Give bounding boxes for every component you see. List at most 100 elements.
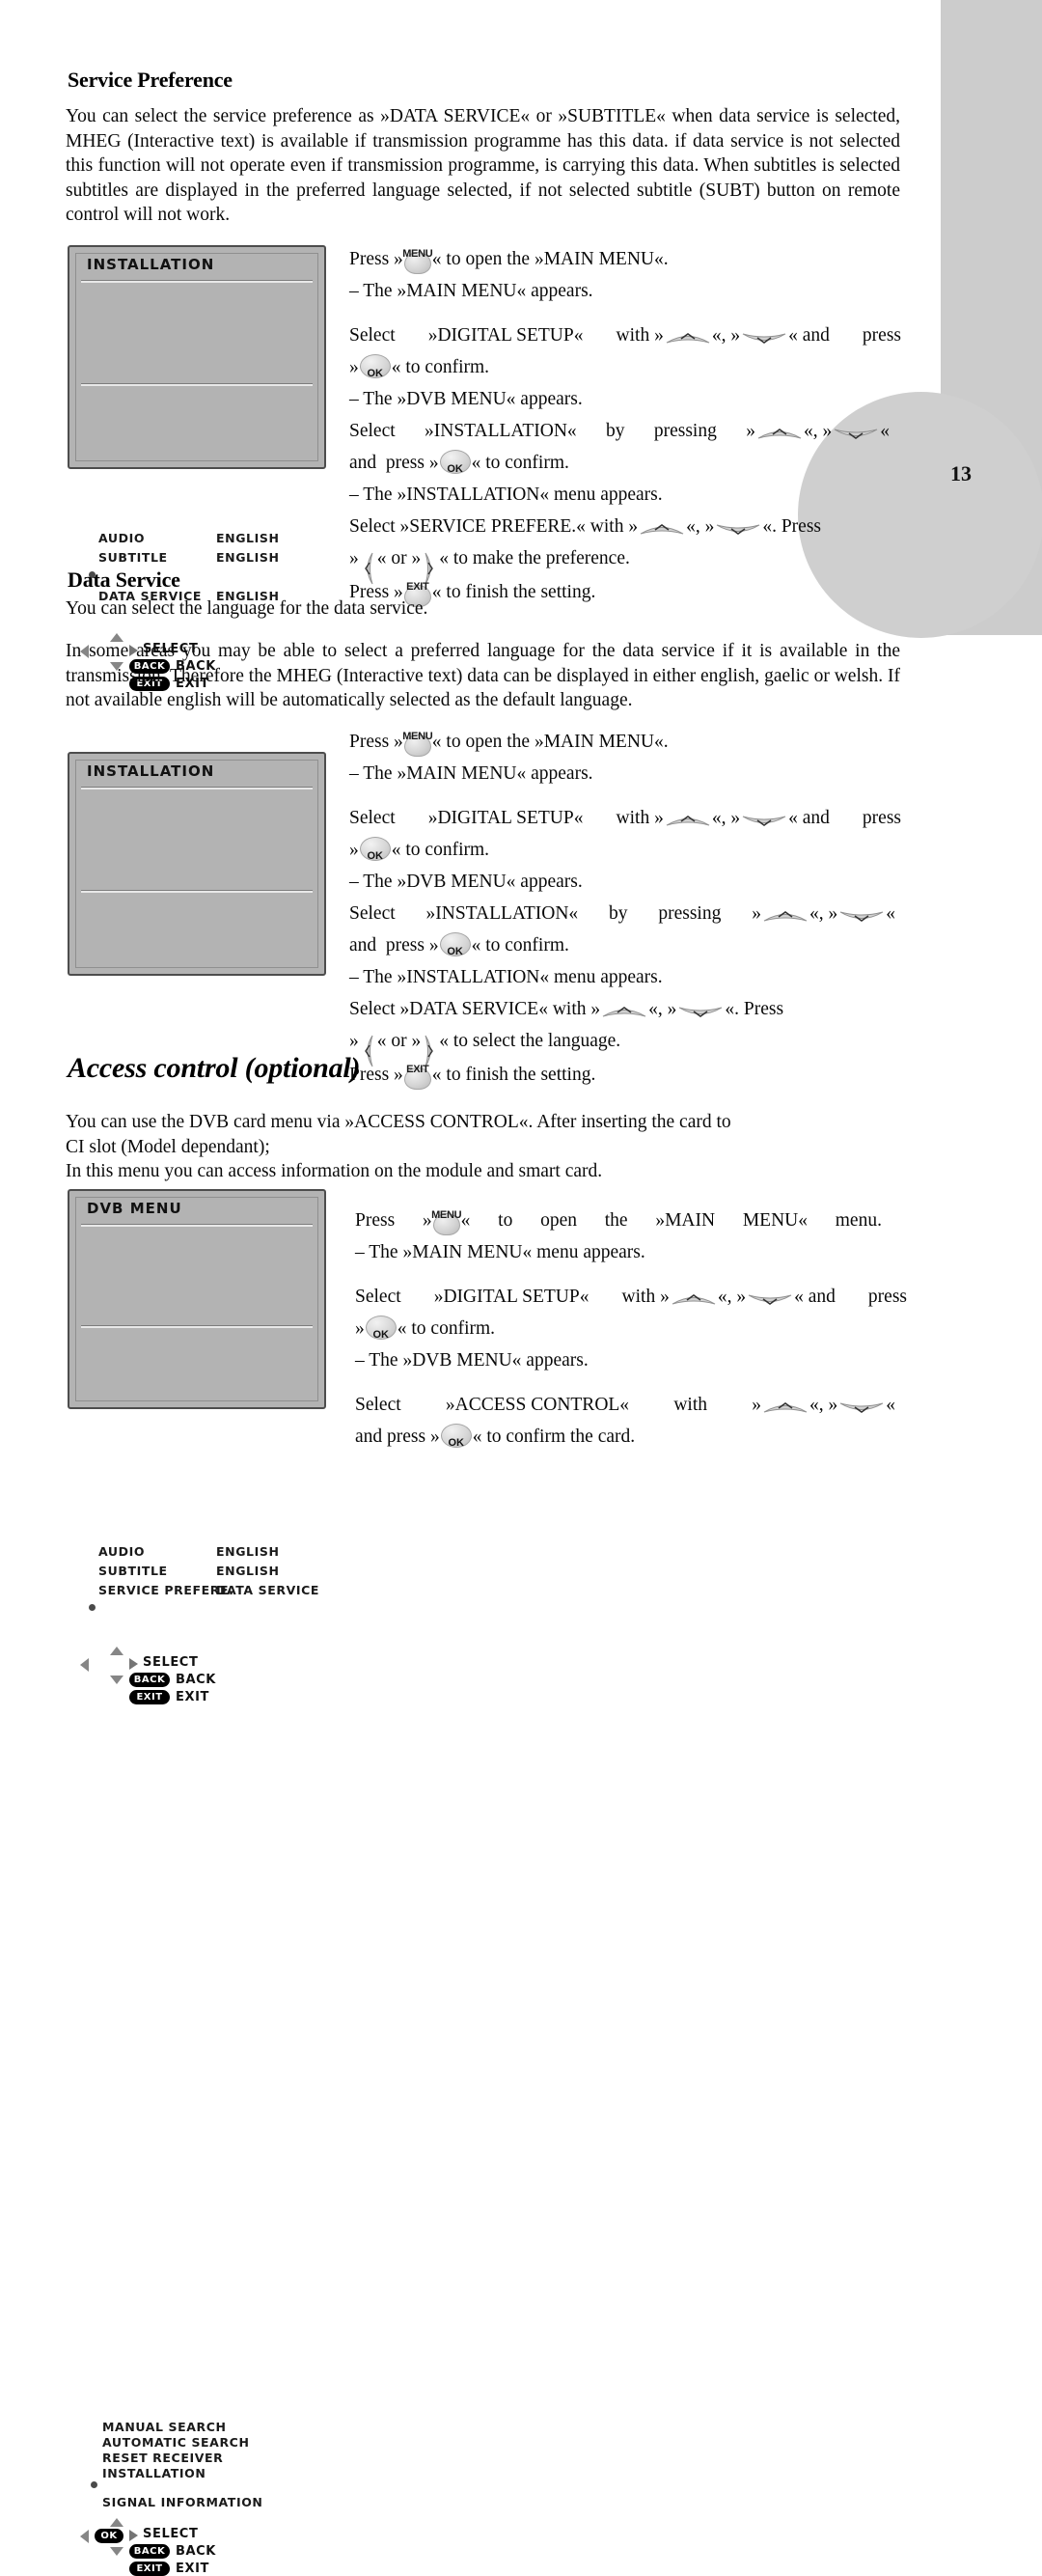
instruction-text: pressing [658, 903, 722, 924]
osd-row-label[interactable]: RESET RECEIVER [102, 2451, 223, 2465]
paragraph-line: In this menu you can access information … [66, 1161, 603, 1181]
arrow-up-icon [110, 2518, 123, 2527]
paragraph-data-service-body: In some areas you may be able to select … [66, 641, 900, 710]
osd-row-label[interactable]: AUTOMATIC SEARCH [102, 2435, 250, 2450]
left-button-icon[interactable] [360, 552, 376, 585]
back-button-pill[interactable]: BACK [129, 1673, 170, 1687]
instruction-text: and press » [355, 1426, 440, 1447]
arrow-down-icon [110, 2547, 123, 2556]
ok-button-icon[interactable]: OK [439, 932, 471, 957]
instruction-text: press [862, 808, 901, 828]
instructions-data-service: Press » MENU « to open the »MAIN MENU«. – … [349, 726, 928, 1091]
instruction-text: » [349, 357, 359, 377]
up-button-icon[interactable] [666, 330, 710, 346]
osd-row-label[interactable]: SUBTITLE [98, 1564, 168, 1578]
back-button-pill[interactable]: BACK [129, 2544, 170, 2559]
ok-button-icon[interactable]: OK [359, 354, 391, 379]
up-button-icon[interactable] [757, 426, 802, 442]
osd-row-label[interactable]: INSTALLATION [102, 2466, 206, 2480]
instruction-text: »DIGITAL SETUP« [427, 325, 584, 346]
ok-button-label: OK [447, 463, 463, 476]
arrow-left-icon [80, 2530, 89, 2543]
menu-button-icon[interactable]: MENU [402, 248, 433, 275]
menu-button-caption: MENU [431, 1209, 462, 1222]
instruction-text: with » «, » « and [616, 808, 830, 829]
osd-row-label[interactable]: SIGNAL INFORMATION [102, 2495, 262, 2509]
down-button-icon[interactable] [839, 908, 884, 925]
osd-row-value-selected[interactable]: ENGLISH [216, 1602, 280, 1617]
osd-menu-installation-service-preference: INSTALLATION AUDIO ENGLISH SUBTITLE ENGL… [68, 245, 326, 691]
instruction-text: » [349, 1031, 359, 1051]
instruction-text: menu. [835, 1210, 882, 1231]
left-button-icon[interactable] [360, 1035, 376, 1067]
osd-row-label[interactable]: AUDIO [98, 531, 145, 545]
up-button-icon[interactable] [672, 1291, 716, 1308]
exit-button-pill[interactable]: EXIT [129, 2562, 170, 2576]
up-button-icon[interactable] [602, 1004, 646, 1020]
down-button-icon[interactable] [742, 330, 786, 346]
instruction-text: Select [349, 903, 396, 924]
ok-button-icon[interactable]: OK [359, 837, 391, 862]
osd-row-value-selected[interactable]: DATA SERVICE [216, 569, 319, 584]
instruction-text: Select »DATA SERVICE« with » [349, 999, 601, 1019]
instruction-text: Press » [349, 249, 403, 269]
menu-button-icon[interactable]: MENU [402, 731, 433, 758]
instruction-text: « to make the preference. [439, 548, 630, 568]
down-button-icon[interactable] [678, 1004, 723, 1020]
osd-row-label[interactable]: AUDIO [98, 1544, 145, 1559]
osd-title: INSTALLATION [87, 256, 215, 273]
instruction-result-line: – The »MAIN MENU« appears. [349, 763, 593, 784]
osd-row-label[interactable]: SUBTITLE [98, 550, 168, 565]
instruction-text: press [862, 325, 901, 346]
down-button-icon[interactable] [839, 1399, 884, 1416]
ok-button-pill[interactable]: OK [95, 2529, 123, 2543]
osd-divider-bottom [81, 890, 313, 893]
up-button-icon[interactable] [666, 813, 710, 829]
menu-button-icon[interactable]: MENU [431, 1209, 462, 1236]
osd-menu-dvb: DVB MENU MANUAL SEARCH AUTOMATIC SEARCH … [68, 1189, 326, 2576]
instruction-text: Select [349, 808, 396, 828]
down-button-icon[interactable] [748, 1291, 792, 1308]
instruction-result-line: – The »INSTALLATION« menu appears. [349, 967, 663, 987]
down-button-icon[interactable] [716, 521, 760, 538]
paragraph-data-service-intro: You can select the language for the data… [66, 598, 428, 619]
down-button-icon[interactable] [742, 813, 786, 829]
arrow-right-icon [129, 1658, 138, 1670]
exit-button-icon[interactable]: EXIT [403, 1064, 431, 1090]
instruction-line: Press » MENU « to open the »MAIN MENU«. [349, 243, 928, 275]
section-title-suffix: (optional) [244, 1052, 361, 1084]
ok-button-icon[interactable]: OK [365, 1316, 397, 1341]
osd-row-label[interactable]: SERVICE PREFERE. [98, 1583, 233, 1597]
instruction-line: Select »DIGITAL SETUP« with » «, » « and p… [349, 802, 901, 834]
instruction-text: « or » [376, 548, 422, 568]
up-button-icon[interactable] [640, 521, 684, 538]
ok-button-icon[interactable]: OK [440, 1424, 472, 1449]
section-title-access-control: Access control (optional) [68, 1052, 361, 1085]
osd-row-value[interactable]: DATA SERVICE [216, 1583, 319, 1597]
osd-selection-bullet [91, 2481, 97, 2488]
instruction-text: «, » [648, 999, 677, 1019]
up-button-icon[interactable] [763, 1399, 808, 1416]
osd-inner-frame [75, 253, 318, 461]
osd-nav-back-label: BACK [176, 2544, 216, 2559]
instruction-text: »INSTALLATION« [425, 421, 577, 441]
osd-row-value[interactable]: ENGLISH [216, 1564, 280, 1578]
osd-row-label-selected[interactable]: ACCESS CONTROL [102, 2479, 232, 2494]
arrow-right-icon [129, 2530, 138, 2541]
instruction-text: « or » [376, 1031, 422, 1051]
instruction-line: » OK « to confirm. [355, 1313, 934, 1344]
osd-row-label[interactable]: MANUAL SEARCH [102, 2420, 227, 2434]
instruction-text: «, » [686, 516, 715, 537]
ok-button-icon[interactable]: OK [439, 450, 471, 476]
instruction-text: « to finish the setting. [431, 1064, 596, 1085]
instruction-text: Select [349, 421, 396, 441]
exit-button-pill[interactable]: EXIT [129, 1690, 170, 1704]
osd-row-value[interactable]: ENGLISH [216, 550, 280, 565]
instruction-text: »MAIN [655, 1210, 716, 1231]
up-button-icon[interactable] [763, 908, 808, 925]
osd-row-value[interactable]: ENGLISH [216, 1544, 280, 1559]
osd-row-value[interactable]: ENGLISH [216, 531, 280, 545]
osd-title: DVB MENU [87, 1200, 182, 1217]
down-button-icon[interactable] [834, 426, 878, 442]
osd-row-label-selected[interactable]: DATA SERVICE [98, 1602, 202, 1617]
